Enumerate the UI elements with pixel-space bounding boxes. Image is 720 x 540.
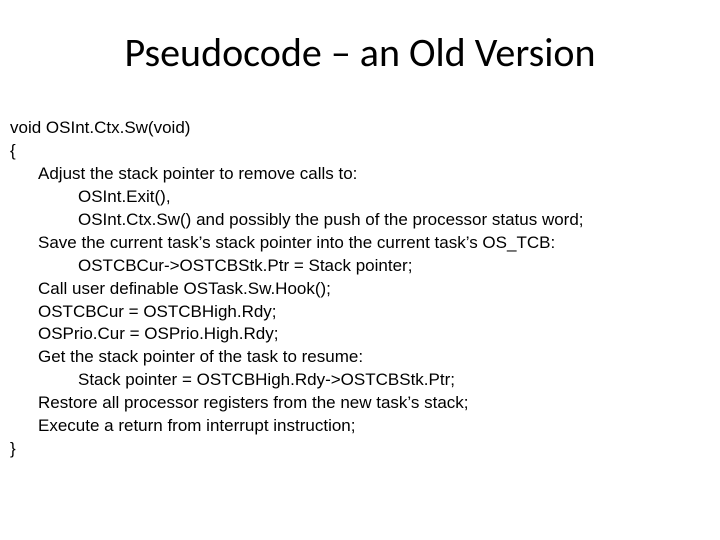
close-brace: } <box>10 438 720 461</box>
code-line: Restore all processor registers from the… <box>38 392 720 415</box>
code-line: OSInt.Exit(), <box>78 186 720 209</box>
open-brace: { <box>10 140 720 163</box>
code-line: OSTCBCur = OSTCBHigh.Rdy; <box>38 301 720 324</box>
code-line: Call user definable OSTask.Sw.Hook(); <box>38 278 720 301</box>
code-line: OSInt.Ctx.Sw() and possibly the push of … <box>78 209 720 232</box>
slide: Pseudocode – an Old Version void OSInt.C… <box>0 28 720 540</box>
code-line: Adjust the stack pointer to remove calls… <box>38 163 720 186</box>
code-line: Get the stack pointer of the task to res… <box>38 346 720 369</box>
page-title: Pseudocode – an Old Version <box>0 28 720 77</box>
code-line: Stack pointer = OSTCBHigh.Rdy->OSTCBStk.… <box>78 369 720 392</box>
code-line: Save the current task’s stack pointer in… <box>38 232 720 255</box>
function-signature: void OSInt.Ctx.Sw(void) <box>10 117 720 140</box>
code-line: Execute a return from interrupt instruct… <box>38 415 720 438</box>
pseudocode-block: void OSInt.Ctx.Sw(void) { Adjust the sta… <box>10 117 720 461</box>
code-line: OSPrio.Cur = OSPrio.High.Rdy; <box>38 323 720 346</box>
code-line: OSTCBCur->OSTCBStk.Ptr = Stack pointer; <box>78 255 720 278</box>
